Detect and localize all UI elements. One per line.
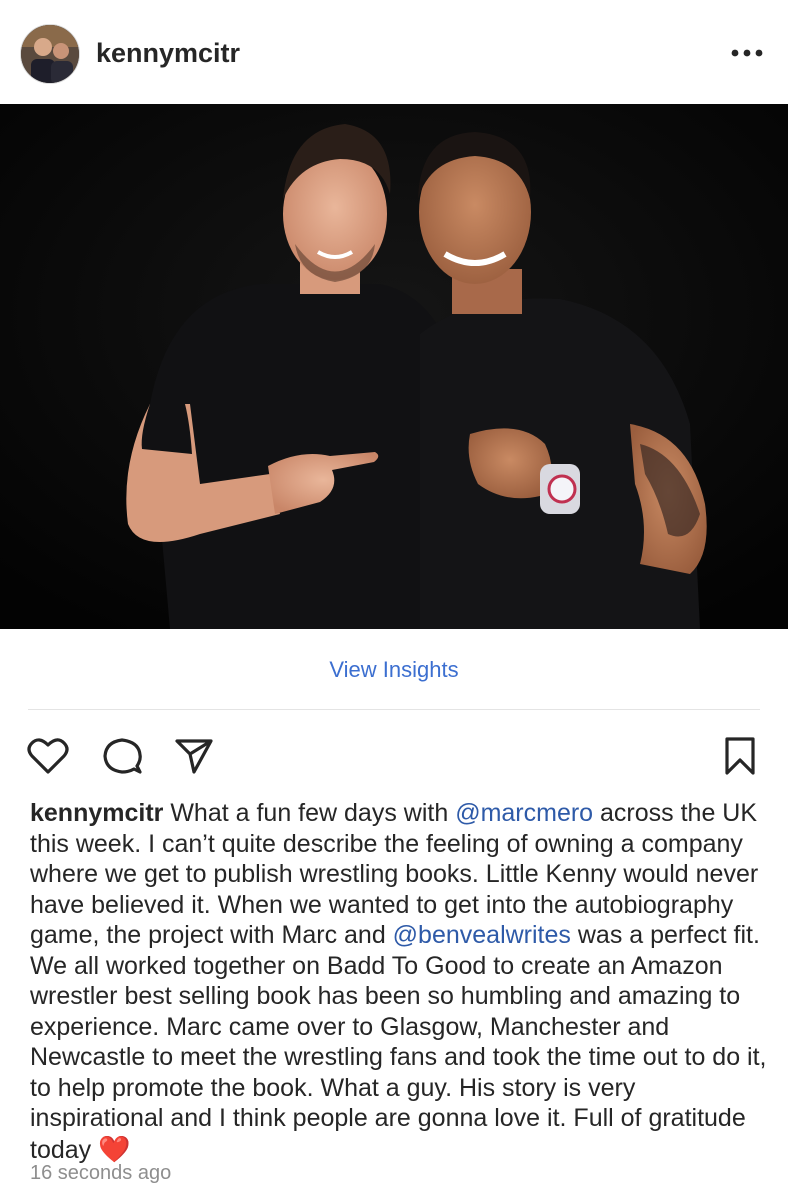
save-button[interactable] — [718, 734, 762, 778]
avatar[interactable] — [20, 24, 80, 84]
more-horizontal-icon — [731, 49, 763, 57]
caption-text: What a fun few days with — [163, 799, 456, 827]
caption-username[interactable]: kennymcitr — [30, 799, 163, 827]
comment-bubble-icon — [103, 738, 142, 774]
more-options-button[interactable] — [726, 38, 768, 68]
post-username[interactable]: kennymcitr — [96, 38, 240, 69]
insights-row: View Insights — [0, 629, 788, 710]
red-heart-emoji: ❤️ — [98, 1133, 131, 1164]
post-caption: kennymcitr What a fun few days with @mar… — [30, 798, 770, 1165]
post-photo[interactable] — [0, 104, 788, 629]
comment-button[interactable] — [100, 734, 144, 778]
avatar-image — [21, 25, 79, 83]
post-header: kennymcitr — [0, 0, 788, 104]
like-button[interactable] — [26, 734, 70, 778]
share-button[interactable] — [172, 734, 216, 778]
photo-image — [0, 104, 788, 629]
divider — [28, 709, 760, 710]
caption-text: was a perfect fit. We all worked togethe… — [30, 921, 767, 1164]
mention-link[interactable]: @benvealwrites — [393, 921, 571, 949]
view-insights-link[interactable]: View Insights — [329, 657, 458, 683]
post-timestamp: 16 seconds ago — [30, 1162, 172, 1184]
heart-outline-icon — [27, 738, 69, 774]
bookmark-icon — [725, 737, 755, 775]
paper-plane-icon — [175, 739, 213, 774]
mention-link[interactable]: @marcmero — [455, 799, 593, 827]
